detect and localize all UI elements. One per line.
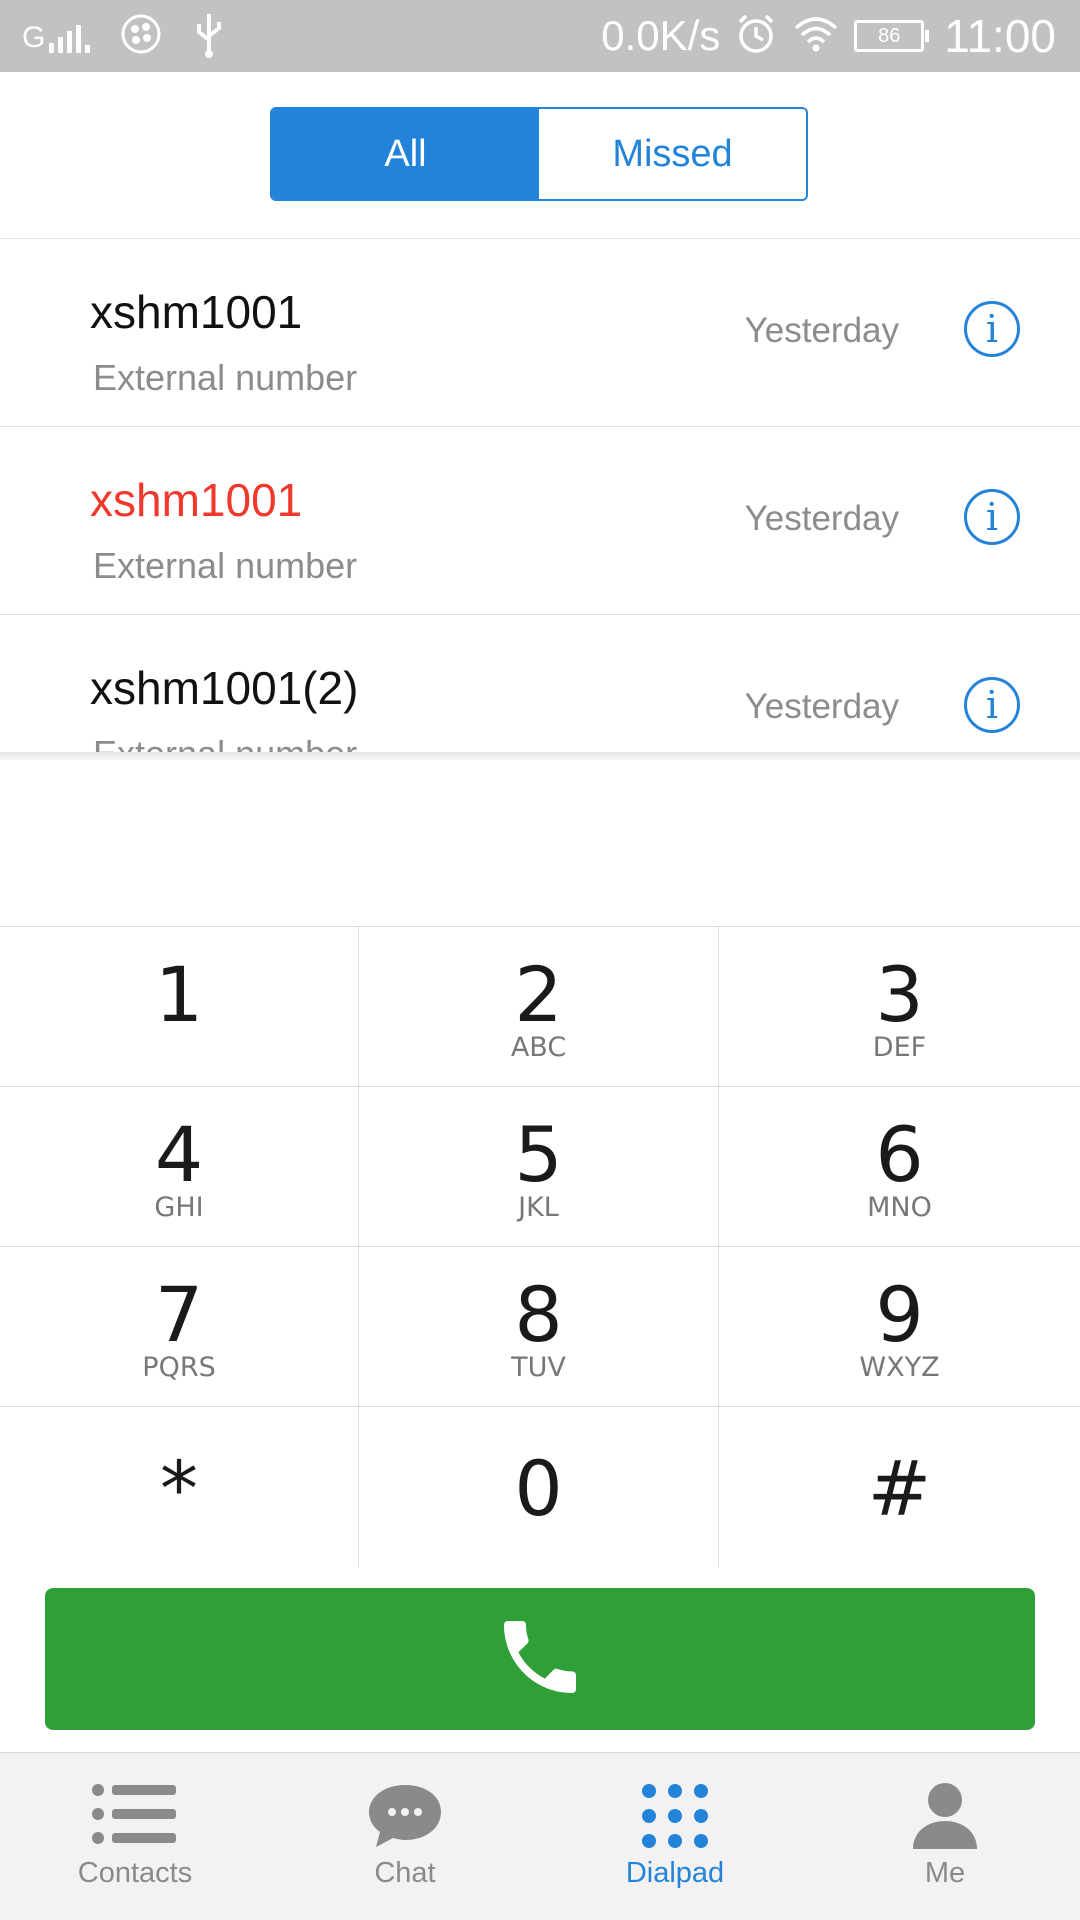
- call-filter-segment: All Missed: [270, 107, 808, 201]
- caller-type: External number: [93, 357, 358, 398]
- call-button[interactable]: [45, 1588, 1035, 1730]
- nav-label: Dialpad: [625, 1857, 725, 1889]
- segment-missed-button[interactable]: Missed: [539, 109, 806, 199]
- status-bar-left: G: [22, 12, 226, 60]
- info-icon[interactable]: i: [964, 677, 1020, 733]
- call-log-row[interactable]: xshm1001 External number Yesterday i: [0, 239, 1080, 427]
- alarm-icon: [734, 12, 778, 61]
- usb-icon: [192, 10, 226, 63]
- caller-name: xshm1001(2): [90, 662, 359, 714]
- battery-icon: 86: [854, 20, 930, 52]
- key-letters: PQRS: [142, 1352, 216, 1383]
- key-star[interactable]: *: [0, 1407, 359, 1568]
- contacts-list-icon: [90, 1781, 180, 1852]
- wifi-icon: [792, 14, 840, 59]
- caller-type: External number: [93, 733, 357, 752]
- nav-contacts[interactable]: Contacts: [0, 1753, 270, 1920]
- nav-label: Me: [924, 1857, 966, 1889]
- key-digit: 3: [875, 950, 924, 1039]
- key-letters: WXYZ: [859, 1352, 940, 1383]
- clover-icon: [120, 13, 162, 60]
- call-time: Yesterday: [744, 499, 899, 538]
- call-log-list[interactable]: xshm1001 External number Yesterday i xsh…: [0, 239, 1080, 752]
- dialpad: 1 2 ABC 3 DEF 4 GHI 5 JKL 6 MNO 7 PQRS 8 TUV 9W…: [0, 926, 1080, 1568]
- nav-chat[interactable]: Chat: [270, 1753, 540, 1920]
- nav-dialpad[interactable]: Dialpad: [540, 1753, 810, 1920]
- nav-label: Contacts: [77, 1857, 193, 1889]
- status-bar: G 0.0K/s 86 11:00: [0, 0, 1080, 72]
- key-digit: #: [867, 1444, 932, 1533]
- key-digit: 8: [514, 1270, 563, 1359]
- key-digit: 6: [875, 1110, 924, 1199]
- key-2[interactable]: 2 ABC: [359, 927, 719, 1087]
- key-7[interactable]: 7 PQRS: [0, 1247, 359, 1407]
- signal-icon: G: [22, 19, 91, 54]
- key-letters: DEF: [872, 1032, 927, 1063]
- call-time: Yesterday: [744, 687, 899, 726]
- key-digit: 1: [154, 950, 204, 1039]
- key-0[interactable]: 0: [359, 1407, 719, 1568]
- dialed-number-display[interactable]: [0, 760, 1080, 926]
- key-digit: 9: [875, 1270, 924, 1359]
- key-3[interactable]: 3 DEF: [719, 927, 1080, 1087]
- net-speed: 0.0K/s: [601, 12, 721, 59]
- chat-bubble-icon: [365, 1781, 445, 1856]
- nav-label: Chat: [374, 1857, 436, 1889]
- call-log-row[interactable]: xshm1001(2) External number Yesterday i: [0, 615, 1080, 752]
- info-icon[interactable]: i: [964, 489, 1020, 545]
- nav-me[interactable]: Me: [810, 1753, 1080, 1920]
- person-icon: [911, 1781, 979, 1856]
- key-letters: ABC: [510, 1032, 567, 1063]
- key-letters: GHI: [154, 1192, 204, 1223]
- key-hash[interactable]: #: [719, 1407, 1080, 1568]
- clock: 11:00: [944, 10, 1056, 62]
- key-letters: JKL: [518, 1192, 559, 1223]
- key-6[interactable]: 6 MNO: [719, 1087, 1080, 1247]
- list-divider: [0, 752, 1080, 760]
- key-digit: 5: [514, 1110, 563, 1199]
- phone-icon: [492, 1609, 588, 1710]
- bottom-navigation: Contacts Chat Dialpad Me: [0, 1752, 1080, 1920]
- caller-name: xshm1001: [90, 286, 303, 338]
- call-log-row-missed[interactable]: xshm1001 External number Yesterday i: [0, 427, 1080, 615]
- signal-label: G: [22, 21, 46, 54]
- call-time: Yesterday: [744, 311, 899, 350]
- caller-type: External number: [93, 545, 358, 586]
- segment-all-button[interactable]: All: [272, 109, 539, 199]
- key-1[interactable]: 1: [0, 927, 359, 1087]
- key-digit: *: [160, 1444, 198, 1533]
- key-digit: 0: [514, 1444, 563, 1533]
- caller-name: xshm1001: [90, 474, 303, 526]
- info-icon[interactable]: i: [964, 301, 1020, 357]
- key-digit: 2: [514, 950, 563, 1039]
- key-digit: 7: [154, 1270, 204, 1359]
- key-letters: MNO: [867, 1192, 932, 1223]
- key-digit: 4: [154, 1110, 204, 1199]
- key-9[interactable]: 9 WXYZ: [719, 1247, 1080, 1407]
- status-bar-right: 0.0K/s 86 11:00: [601, 8, 1056, 64]
- dialpad-icon: [639, 1781, 711, 1856]
- key-5[interactable]: 5 JKL: [359, 1087, 719, 1247]
- key-8[interactable]: 8 TUV: [359, 1247, 719, 1407]
- key-letters: TUV: [511, 1352, 566, 1383]
- key-4[interactable]: 4 GHI: [0, 1087, 359, 1247]
